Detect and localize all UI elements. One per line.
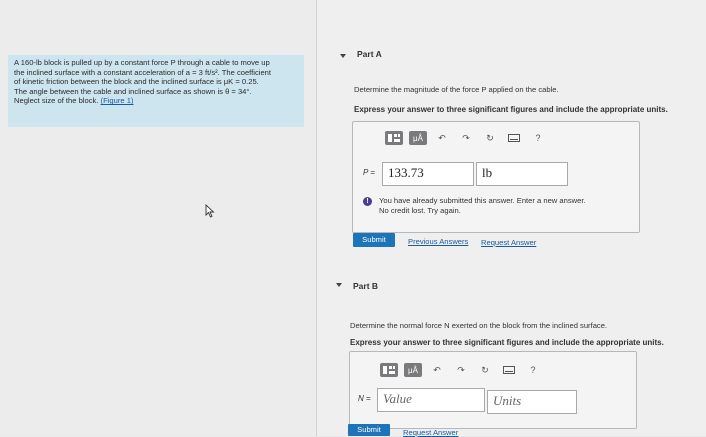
- keyboard-icon[interactable]: [505, 131, 523, 145]
- undo-icon[interactable]: ↶: [433, 131, 451, 145]
- cursor-icon: [205, 204, 215, 218]
- part-a-error-message: You have already submitted this answer. …: [379, 196, 586, 215]
- templates-icon[interactable]: [380, 363, 398, 377]
- alert-icon: !: [363, 197, 372, 206]
- problem-statement: A 160-lb block is pulled up by a constan…: [8, 55, 304, 127]
- redo-icon[interactable]: ↷: [452, 363, 470, 377]
- part-a-instruction: Express your answer to three significant…: [354, 105, 668, 114]
- units-icon[interactable]: μÅ: [409, 131, 427, 145]
- part-b-value-input[interactable]: Value: [377, 388, 485, 412]
- units-icon[interactable]: μÅ: [404, 363, 422, 377]
- answer-panel: Part A Determine the magnitude of the fo…: [317, 0, 706, 437]
- part-a-title[interactable]: Part A: [357, 49, 382, 59]
- part-a-value-input[interactable]: 133.73: [382, 162, 474, 186]
- problem-line: A 160-lb block is pulled up by a constan…: [14, 58, 270, 67]
- templates-icon[interactable]: [385, 131, 403, 145]
- reset-icon[interactable]: ↻: [481, 131, 499, 145]
- problem-line: Neglect size of the block. (Figure 1): [14, 96, 134, 106]
- part-b-toolbar: μÅ ↶ ↷ ↻ ?: [380, 363, 542, 377]
- redo-icon[interactable]: ↷: [457, 131, 475, 145]
- part-a-question: Determine the magnitude of the force P a…: [354, 85, 559, 94]
- problem-line: the inclined surface with a constant acc…: [14, 67, 271, 77]
- undo-icon[interactable]: ↶: [428, 363, 446, 377]
- keyboard-icon[interactable]: [500, 363, 518, 377]
- part-b-instruction: Express your answer to three significant…: [350, 338, 664, 347]
- part-b-question: Determine the normal force N exerted on …: [350, 321, 608, 330]
- caret-down-icon[interactable]: [340, 54, 346, 58]
- figure-link[interactable]: (Figure 1): [101, 96, 134, 105]
- part-a-submit-button[interactable]: Submit: [353, 233, 395, 247]
- help-icon[interactable]: ?: [524, 363, 542, 377]
- caret-down-icon[interactable]: [336, 283, 342, 287]
- problem-panel: A 160-lb block is pulled up by a constan…: [0, 0, 316, 436]
- part-b-units-input[interactable]: Units: [487, 390, 577, 414]
- part-b-title[interactable]: Part B: [353, 281, 378, 291]
- reset-icon[interactable]: ↻: [476, 363, 494, 377]
- problem-line: of kinetic friction between the block an…: [14, 77, 259, 87]
- part-a-toolbar: μÅ ↶ ↷ ↻ ?: [385, 131, 547, 145]
- part-a-request-answer-link[interactable]: Request Answer: [481, 238, 536, 247]
- part-a-answer-box: μÅ ↶ ↷ ↻ ? P = 133.73 lb ! You have alre…: [352, 121, 640, 233]
- problem-line: The angle between the cable and inclined…: [14, 86, 252, 96]
- part-b-var-label: N =: [358, 394, 371, 403]
- part-a-units-input[interactable]: lb: [476, 162, 568, 186]
- part-b-answer-box: μÅ ↶ ↷ ↻ ? N = Value Units: [349, 351, 637, 429]
- help-icon[interactable]: ?: [529, 131, 547, 145]
- part-b-submit-button[interactable]: Submit: [348, 424, 390, 436]
- part-a-var-label: P =: [363, 168, 375, 177]
- previous-answers-link[interactable]: Previous Answers: [408, 237, 468, 246]
